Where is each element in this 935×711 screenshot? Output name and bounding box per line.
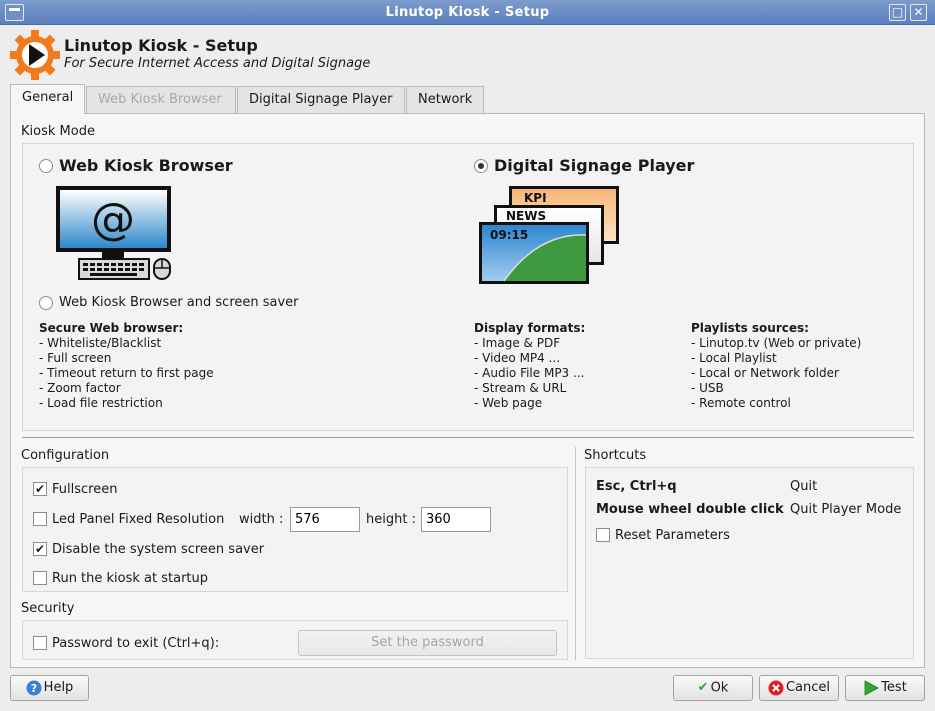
- tab-digital-signage-player[interactable]: Digital Signage Player: [237, 86, 405, 113]
- app-title: Linutop Kiosk - Setup: [64, 36, 258, 55]
- news-label: NEWS: [506, 209, 546, 223]
- list-item: - Video MP4 ...: [474, 351, 561, 365]
- list-item: - Linutop.tv (Web or private): [691, 336, 862, 350]
- width-input[interactable]: [290, 507, 360, 532]
- list-item: - Zoom factor: [39, 381, 121, 395]
- list-item: - Whiteliste/Blacklist: [39, 336, 162, 350]
- shortcut-key: Esc, Ctrl+q: [596, 479, 677, 494]
- list-item: - USB: [691, 381, 724, 395]
- app-subtitle: For Secure Internet Access and Digital S…: [64, 56, 371, 71]
- led-panel-label: Led Panel Fixed Resolution: [52, 512, 225, 527]
- password-checkbox[interactable]: [33, 636, 47, 650]
- web-kiosk-label: Web Kiosk Browser: [59, 156, 233, 175]
- width-label: width :: [239, 512, 284, 527]
- list-item: - Full screen: [39, 351, 112, 365]
- disable-saver-checkbox[interactable]: [33, 542, 47, 556]
- tab-general[interactable]: General: [10, 84, 85, 114]
- shortcut-action: Quit: [790, 479, 818, 494]
- list-item: - Load file restriction: [39, 396, 163, 410]
- svg-text:?: ?: [30, 682, 36, 695]
- help-button[interactable]: ? Help: [10, 675, 89, 701]
- configuration-title: Configuration: [21, 448, 110, 463]
- password-label: Password to exit (Ctrl+q):: [52, 636, 220, 651]
- height-label: height :: [366, 512, 416, 527]
- check-icon: ✔: [697, 680, 709, 695]
- display-formats-heading: Display formats:: [474, 321, 586, 335]
- led-panel-checkbox[interactable]: [33, 512, 47, 526]
- playlist-sources-heading: Playlists sources:: [691, 321, 809, 335]
- help-icon: ?: [26, 680, 42, 695]
- list-item: - Audio File MP3 ...: [474, 366, 585, 380]
- reset-parameters-checkbox[interactable]: [596, 528, 610, 542]
- close-icon: ✕: [913, 5, 924, 19]
- maximize-icon: □: [891, 5, 904, 19]
- web-kiosk-saver-radio[interactable]: [39, 296, 53, 310]
- test-button[interactable]: Test: [845, 675, 925, 701]
- list-item: - Timeout return to first page: [39, 366, 214, 380]
- linutop-logo-icon: [10, 30, 60, 80]
- set-password-button[interactable]: Set the password: [298, 630, 557, 656]
- list-item: - Stream & URL: [474, 381, 567, 395]
- shortcuts-title: Shortcuts: [584, 448, 647, 463]
- tab-web-kiosk-browser[interactable]: Web Kiosk Browser: [86, 86, 236, 113]
- list-item: - Local Playlist: [691, 351, 777, 365]
- web-kiosk-saver-label: Web Kiosk Browser and screen saver: [59, 295, 299, 310]
- height-input[interactable]: [421, 507, 491, 532]
- list-item: - Web page: [474, 396, 543, 410]
- column-divider: [575, 447, 576, 660]
- section-divider: [22, 437, 914, 438]
- playlist-sources-list: Playlists sources: - Linutop.tv (Web or …: [691, 321, 861, 411]
- window-titlebar: Linutop Kiosk - Setup □ ✕: [0, 0, 935, 25]
- list-item: - Remote control: [691, 396, 791, 410]
- kiosk-mode-title: Kiosk Mode: [21, 124, 95, 139]
- ok-label: Ok: [710, 680, 729, 696]
- test-label: Test: [881, 680, 907, 695]
- web-features-list: Secure Web browser: - Whiteliste/Blackli…: [39, 321, 214, 411]
- tab-network[interactable]: Network: [406, 86, 484, 113]
- display-formats-list: Display formats: - Image & PDF - Video M…: [474, 321, 585, 411]
- web-kiosk-radio[interactable]: [39, 159, 53, 173]
- reset-parameters-label: Reset Parameters: [615, 528, 730, 543]
- close-button[interactable]: ✕: [910, 4, 927, 21]
- fullscreen-label: Fullscreen: [52, 482, 118, 497]
- digital-signage-radio[interactable]: [474, 159, 488, 173]
- disable-saver-label: Disable the system screen saver: [52, 542, 265, 557]
- web-features-heading: Secure Web browser:: [39, 321, 184, 335]
- startup-label: Run the kiosk at startup: [52, 571, 209, 586]
- cancel-label: Cancel: [785, 680, 831, 695]
- ok-button[interactable]: ✔ Ok: [673, 675, 753, 701]
- shortcut-action: Quit Player Mode: [790, 502, 902, 517]
- window-title: Linutop Kiosk - Setup: [385, 5, 550, 20]
- security-title: Security: [21, 601, 75, 616]
- signage-illustration-icon: KPI NEWS 09:15: [479, 186, 619, 284]
- shortcut-key: Mouse wheel double click: [596, 502, 784, 517]
- maximize-button[interactable]: □: [889, 4, 906, 21]
- cancel-button[interactable]: Cancel: [759, 675, 839, 701]
- fullscreen-checkbox[interactable]: [33, 482, 47, 496]
- list-item: - Local or Network folder: [691, 366, 839, 380]
- digital-signage-label: Digital Signage Player: [494, 156, 695, 175]
- play-icon: [864, 679, 880, 696]
- svg-text:@: @: [91, 194, 135, 245]
- kpi-label: KPI: [524, 191, 547, 205]
- help-label: Help: [43, 680, 74, 695]
- list-item: - Image & PDF: [474, 336, 561, 350]
- clock-label: 09:15: [490, 228, 528, 242]
- shortcuts-group: [585, 467, 914, 659]
- computer-illustration-icon: @: [56, 186, 171, 280]
- cancel-icon: [768, 680, 784, 695]
- startup-checkbox[interactable]: [33, 571, 47, 585]
